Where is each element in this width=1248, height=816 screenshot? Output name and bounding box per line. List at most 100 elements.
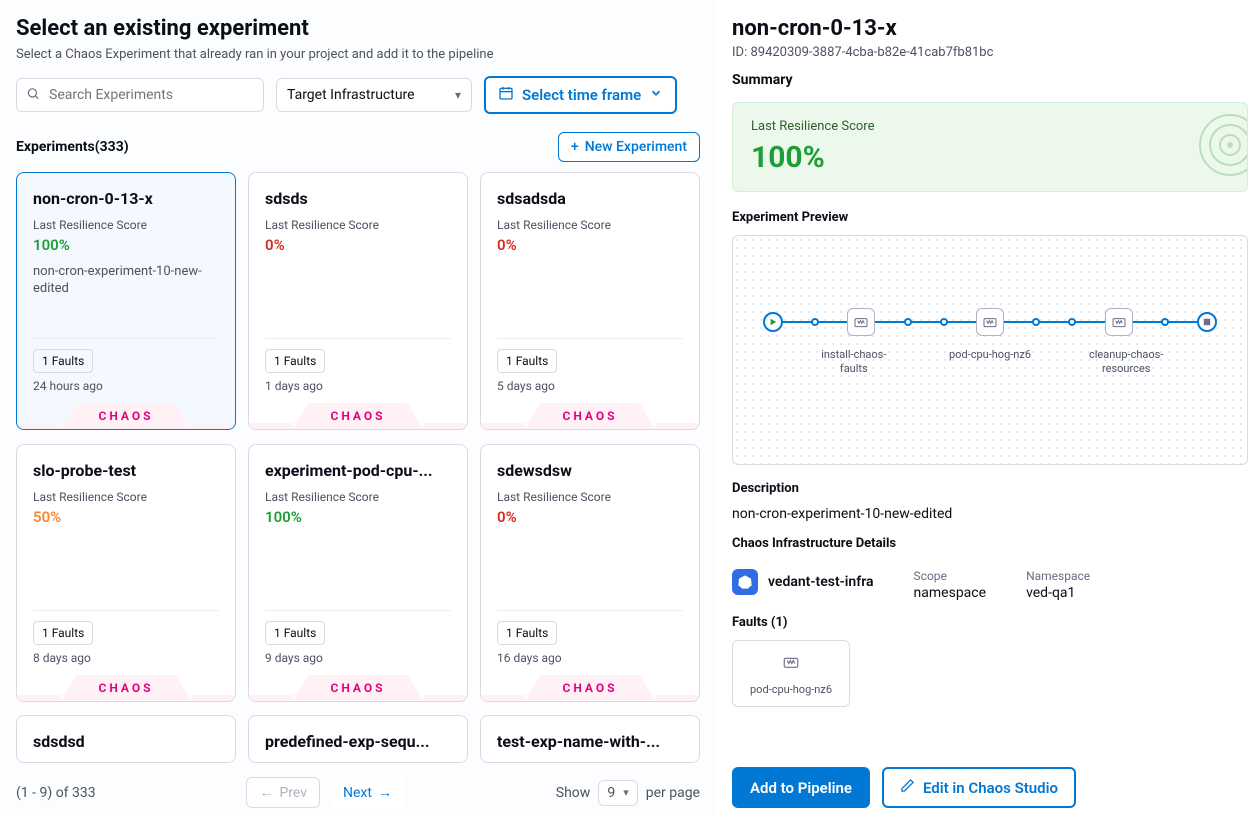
flow-step-label: cleanup-chaos-resources [1083,348,1169,376]
flow-connector-dot [1161,318,1169,326]
card-when: 24 hours ago [33,379,219,393]
next-label: Next [343,785,372,801]
scope-value: namespace [914,585,987,601]
experiment-card[interactable]: predefined-exp-sequ... [248,715,468,763]
next-button[interactable]: Next → [330,777,405,808]
card-when: 16 days ago [497,651,683,665]
plus-icon: + [571,139,579,155]
card-score: 0% [497,236,683,254]
infra-select[interactable]: Target Infrastructure ▾ [276,78,472,112]
flow-connector-dot [1068,318,1076,326]
experiment-card[interactable]: experiment-pod-cpu-... Last Resilience S… [248,444,468,702]
experiments-count-value: (333) [95,139,129,155]
experiment-card[interactable]: slo-probe-test Last Resilience Score 50%… [16,444,236,702]
score-value: 100% [751,140,1229,175]
fault-name: pod-cpu-hog-nz6 [750,683,832,696]
flow-start-node [763,312,783,332]
pencil-icon [900,778,915,797]
card-desc: non-cron-experiment-10-new-edited [33,264,219,298]
card-score: 0% [497,508,683,526]
page-title: Select an existing experiment [16,16,700,41]
add-to-pipeline-button[interactable]: Add to Pipeline [732,767,870,808]
card-name: sdsds [265,189,451,208]
per-page-select[interactable]: 9 ▾ [598,780,637,806]
detail-id-label: ID: [732,45,750,60]
flow-connector-dot [904,318,912,326]
card-faults: 1 Faults [265,621,325,645]
edit-label: Edit in Chaos Studio [923,779,1058,797]
search-input-wrapper [16,78,264,112]
flow-connector-dot [940,318,948,326]
card-name: experiment-pod-cpu-... [265,461,451,480]
flow-step-label: install-chaos-faults [811,348,897,376]
experiment-card[interactable]: sdsds Last Resilience Score 0% 1 Faults … [248,172,468,430]
fault-card[interactable]: pod-cpu-hog-nz6 [732,640,850,707]
card-name: non-cron-0-13-x [33,189,219,208]
card-score-label: Last Resilience Score [33,218,219,232]
card-when: 1 days ago [265,379,451,393]
experiments-count: Experiments(333) [16,139,129,155]
experiment-card[interactable]: non-cron-0-13-x Last Resilience Score 10… [16,172,236,430]
arrow-right-icon: → [378,784,392,801]
card-score-label: Last Resilience Score [265,218,451,232]
description-label: Description [732,481,1248,496]
card-score: 100% [265,508,451,526]
timeframe-label: Select time frame [522,86,641,104]
infra-name-item: vedant-test-infra [732,569,874,595]
search-icon [26,86,40,105]
chevron-down-icon [649,86,663,104]
edit-in-studio-button[interactable]: Edit in Chaos Studio [882,767,1076,808]
scope-label: Scope [914,569,987,583]
experiment-card[interactable]: test-exp-name-with-... [480,715,700,763]
flow-step-node [847,308,875,336]
card-score-label: Last Resilience Score [497,218,683,232]
arrow-left-icon: ← [259,784,273,801]
resilience-score-box: Last Resilience Score 100% [732,102,1248,192]
faults-label: Faults (1) [732,615,1248,630]
card-score-label: Last Resilience Score [33,490,219,504]
card-score-label: Last Resilience Score [497,490,683,504]
calendar-icon [498,85,514,105]
description-text: non-cron-experiment-10-new-edited [732,506,1248,522]
timeframe-button[interactable]: Select time frame [484,76,677,114]
flow-step-node [1105,308,1133,336]
infra-name-value: vedant-test-infra [768,574,874,590]
card-name: sdewsdsw [497,461,683,480]
card-score-label: Last Resilience Score [265,490,451,504]
card-score: 100% [33,236,219,254]
target-icon [1195,110,1248,184]
flow-connector-dot [1032,318,1040,326]
prev-label: Prev [279,785,307,801]
card-name: slo-probe-test [33,461,219,480]
prev-button[interactable]: ← Prev [246,777,320,808]
card-faults: 1 Faults [265,349,325,373]
card-faults: 1 Faults [497,621,557,645]
new-experiment-button[interactable]: + New Experiment [558,132,700,162]
detail-id: ID: 89420309-3887-4cba-b82e-41cab7fb81bc [732,45,1248,60]
flow-end-node [1197,312,1217,332]
summary-label: Summary [732,72,1248,88]
chaos-tag: CHAOS [17,675,235,701]
preview-label: Experiment Preview [732,210,1248,225]
experiment-card[interactable]: sdsadsda Last Resilience Score 0% 1 Faul… [480,172,700,430]
score-label: Last Resilience Score [751,119,1229,134]
card-when: 8 days ago [33,651,219,665]
namespace-value: ved-qa1 [1026,585,1090,601]
infra-select-value: Target Infrastructure [287,87,415,103]
search-input[interactable] [16,78,264,112]
chaos-tag: CHAOS [249,675,467,701]
experiments-label: Experiments [16,139,95,155]
infra-label: Chaos Infrastructure Details [732,536,1248,551]
experiment-card[interactable]: sdewsdsw Last Resilience Score 0% 1 Faul… [480,444,700,702]
chaos-tag: CHAOS [249,403,467,429]
chaos-tag: CHAOS [481,403,699,429]
chevron-down-icon: ▾ [455,88,461,102]
flow-step-node [976,308,1004,336]
fault-icon [782,653,800,675]
card-when: 9 days ago [265,651,451,665]
experiment-preview: install-chaos-faultspod-cpu-hog-nz6clean… [732,235,1248,465]
per-page-value: 9 [607,785,615,801]
experiment-card[interactable]: sdsdsd [16,715,236,763]
card-score: 50% [33,508,219,526]
card-name: predefined-exp-sequ... [265,732,451,751]
